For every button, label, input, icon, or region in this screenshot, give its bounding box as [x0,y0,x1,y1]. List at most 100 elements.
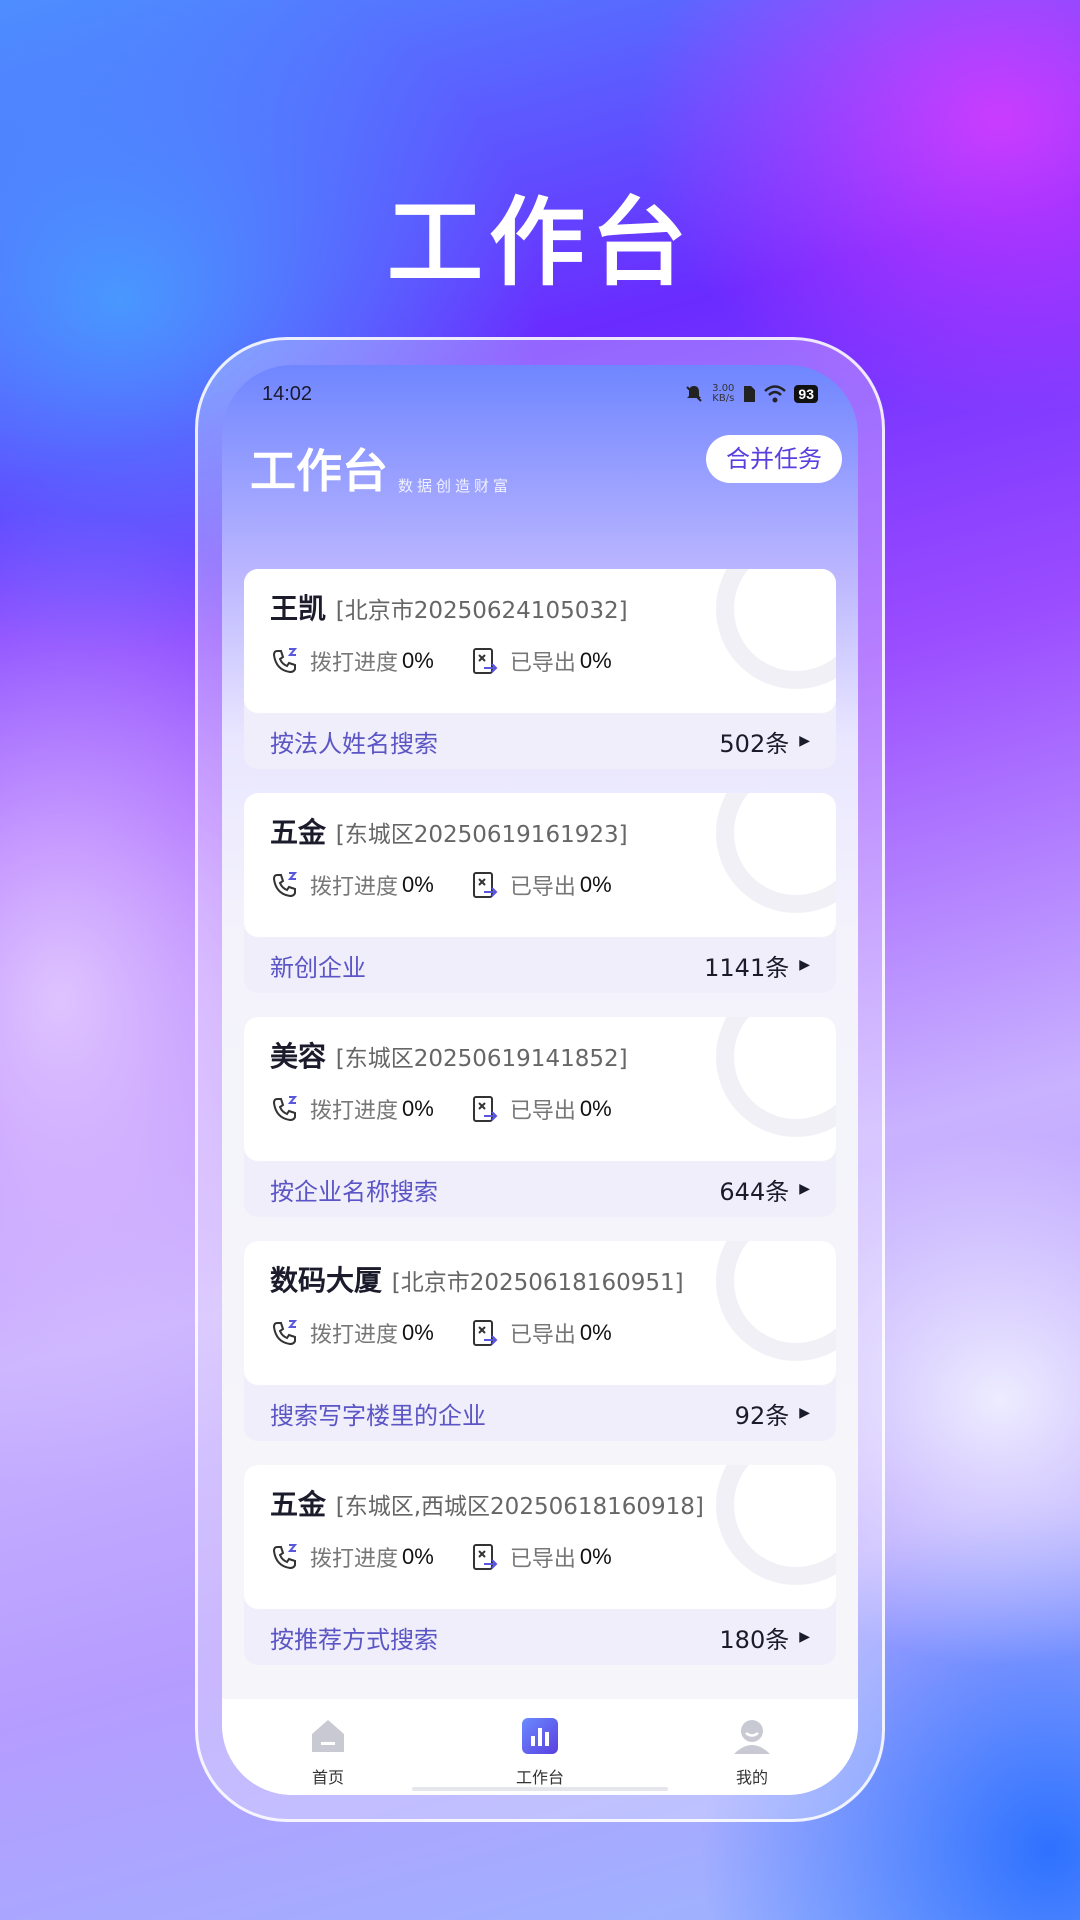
export-label: 已导出 [509,1323,576,1348]
task-card[interactable]: 五金 [东城区20250619161923] 拨打进度 0% 已导出 0% 新创… [244,793,836,993]
task-type: 按企业名称搜索 [270,1177,438,1206]
task-card-top: 王凯 [北京市20250624105032] 拨打进度 0% 已导出 0% [244,569,836,713]
task-title: 五金 [东城区,西城区20250618160918] [270,1483,704,1523]
net-speed-unit: KB/s [712,393,735,404]
task-meta: [北京市20250624105032] [335,598,628,624]
tab-home[interactable]: 首页 [258,1714,398,1788]
task-count[interactable]: 180条 ▶ [719,1620,810,1655]
play-arrow-icon: ▶ [799,1405,810,1421]
task-type: 按法人姓名搜索 [270,729,438,758]
phone-call-icon [272,1544,298,1570]
task-meta: [北京市20250618160951] [391,1270,684,1296]
play-arrow-icon: ▶ [799,1181,810,1197]
net-speed: 3.00 KB/s [712,384,734,404]
task-name: 王凯 [270,592,327,625]
user-icon [734,1720,770,1754]
task-name: 美容 [270,1040,327,1073]
task-card[interactable]: 美容 [东城区20250619141852] 拨打进度 0% 已导出 0% 按企… [244,1017,836,1217]
export-label: 已导出 [509,1099,576,1124]
export-icon [472,648,498,674]
task-card-bottom[interactable]: 按企业名称搜索 644条 ▶ [244,1161,836,1217]
task-card[interactable]: 五金 [东城区,西城区20250618160918] 拨打进度 0% 已导出 0… [244,1465,836,1665]
dial-progress: 拨打进度 0% [270,1093,434,1125]
page-title: 工作台 [250,444,388,498]
task-card-bottom[interactable]: 按法人姓名搜索 502条 ▶ [244,713,836,769]
export-icon [472,1544,498,1570]
export-progress: 已导出 0% [470,1317,612,1349]
dial-value: 0% [402,1544,434,1569]
play-arrow-icon: ▶ [799,733,810,749]
sim-icon [744,386,756,402]
task-count[interactable]: 502条 ▶ [719,724,810,759]
tab-home-label: 首页 [311,1768,344,1787]
task-title: 五金 [东城区20250619161923] [270,811,628,851]
task-count-value: 180条 [719,1625,790,1654]
status-bar: 14:02 3.00 KB/s 93 [262,379,818,409]
dial-value: 0% [402,872,434,897]
hero-title: 工作台 [387,187,693,299]
task-card-bottom[interactable]: 按推荐方式搜索 180条 ▶ [244,1609,836,1665]
battery-indicator: 93 [794,385,818,403]
dial-label: 拨打进度 [310,1547,399,1572]
phone-call-icon [272,648,298,674]
task-count[interactable]: 92条 ▶ [735,1396,810,1431]
home-icon [312,1720,344,1752]
card-decoration [716,569,836,689]
task-count-value: 502条 [719,729,790,758]
task-type: 搜索写字楼里的企业 [270,1401,486,1430]
task-card-bottom[interactable]: 新创企业 1141条 ▶ [244,937,836,993]
card-decoration [716,1017,836,1137]
card-decoration [716,793,836,913]
dial-label: 拨打进度 [310,1099,399,1124]
play-arrow-icon: ▶ [799,957,810,973]
task-card-bottom[interactable]: 搜索写字楼里的企业 92条 ▶ [244,1385,836,1441]
dial-label: 拨打进度 [310,651,399,676]
home-indicator[interactable] [412,1787,668,1791]
task-stats: 拨打进度 0% 已导出 0% [270,1317,648,1349]
task-meta: [东城区20250619161923] [335,822,628,848]
export-progress: 已导出 0% [470,1093,612,1125]
dial-progress: 拨打进度 0% [270,869,434,901]
phone-call-icon [272,1096,298,1122]
task-name: 五金 [270,1488,327,1521]
export-value: 0% [579,1320,612,1345]
task-type: 新创企业 [270,953,366,982]
task-title: 美容 [东城区20250619141852] [270,1035,628,1075]
phone-screen: 14:02 3.00 KB/s 93 工作台 数据创造财富 合并任务 王凯 [北… [222,365,858,1795]
task-title: 数码大厦 [北京市20250618160951] [270,1259,684,1299]
wifi-icon [764,385,787,403]
task-card[interactable]: 数码大厦 [北京市20250618160951] 拨打进度 0% 已导出 0% [244,1241,836,1441]
tab-workbench[interactable]: 工作台 [470,1714,610,1788]
task-stats: 拨打进度 0% 已导出 0% [270,1093,648,1125]
play-arrow-icon: ▶ [799,1629,810,1645]
export-label: 已导出 [509,651,576,676]
export-progress: 已导出 0% [470,869,612,901]
bottom-tab-bar: 首页 工作台 我的 [222,1699,858,1795]
card-decoration [716,1465,836,1585]
task-meta: [东城区20250619141852] [335,1046,628,1072]
task-stats: 拨打进度 0% 已导出 0% [270,869,648,901]
task-card-top: 数码大厦 [北京市20250618160951] 拨打进度 0% 已导出 0% [244,1241,836,1385]
phone-call-icon [272,1320,298,1346]
task-card[interactable]: 王凯 [北京市20250624105032] 拨打进度 0% 已导出 0% 按法… [244,569,836,769]
task-stats: 拨打进度 0% 已导出 0% [270,1541,648,1573]
tab-mine-label: 我的 [735,1768,768,1787]
dial-progress: 拨打进度 0% [270,1541,434,1573]
task-name: 五金 [270,816,327,849]
task-name: 数码大厦 [270,1264,383,1297]
task-list: 王凯 [北京市20250624105032] 拨打进度 0% 已导出 0% 按法… [244,569,836,1689]
task-title: 王凯 [北京市20250624105032] [270,587,628,627]
dial-value: 0% [402,1320,434,1345]
export-value: 0% [579,648,612,673]
task-count[interactable]: 644条 ▶ [719,1172,810,1207]
export-value: 0% [579,872,612,897]
task-count[interactable]: 1141条 ▶ [704,948,810,983]
export-value: 0% [579,1544,612,1569]
export-icon [472,1096,498,1122]
export-progress: 已导出 0% [470,645,612,677]
dial-label: 拨打进度 [310,1323,399,1348]
merge-tasks-button[interactable]: 合并任务 [706,435,842,483]
tab-workbench-label: 工作台 [515,1768,564,1787]
tab-mine[interactable]: 我的 [682,1714,822,1788]
export-label: 已导出 [509,1547,576,1572]
